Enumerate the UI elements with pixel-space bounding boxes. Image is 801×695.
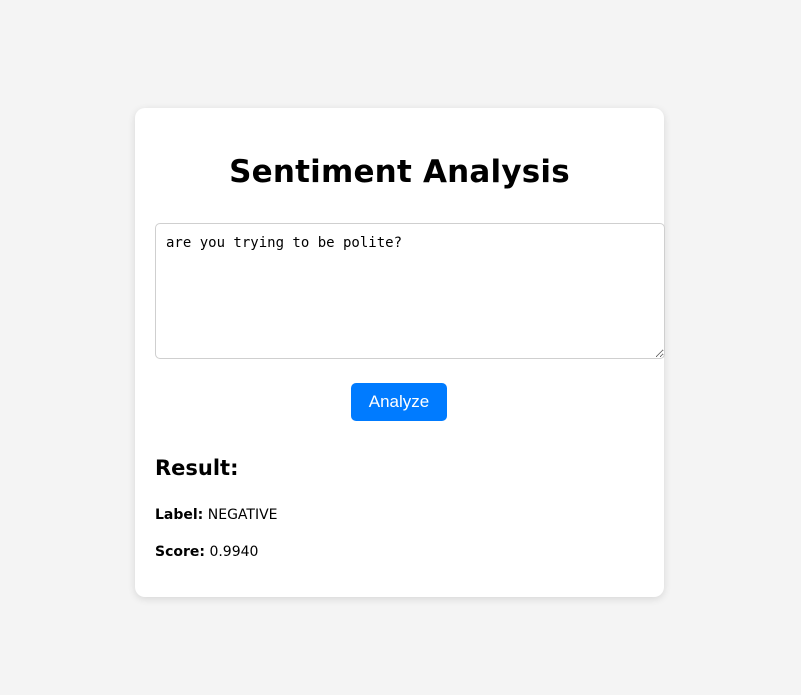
sentiment-text-input[interactable]: are you trying to be polite?: [155, 223, 665, 359]
score-value: 0.9940: [209, 544, 259, 560]
analyze-button[interactable]: Analyze: [351, 383, 447, 421]
sentiment-card: Sentiment Analysis are you trying to be …: [135, 108, 665, 597]
result-label-line: Label: NEGATIVE: [155, 505, 278, 525]
result-score-line: Score: 0.9940: [155, 542, 258, 562]
label-value: NEGATIVE: [207, 507, 278, 523]
result-heading: Result:: [155, 456, 239, 480]
label-key: Label:: [155, 507, 204, 523]
page-title: Sentiment Analysis: [229, 154, 570, 190]
score-key: Score:: [155, 544, 205, 560]
